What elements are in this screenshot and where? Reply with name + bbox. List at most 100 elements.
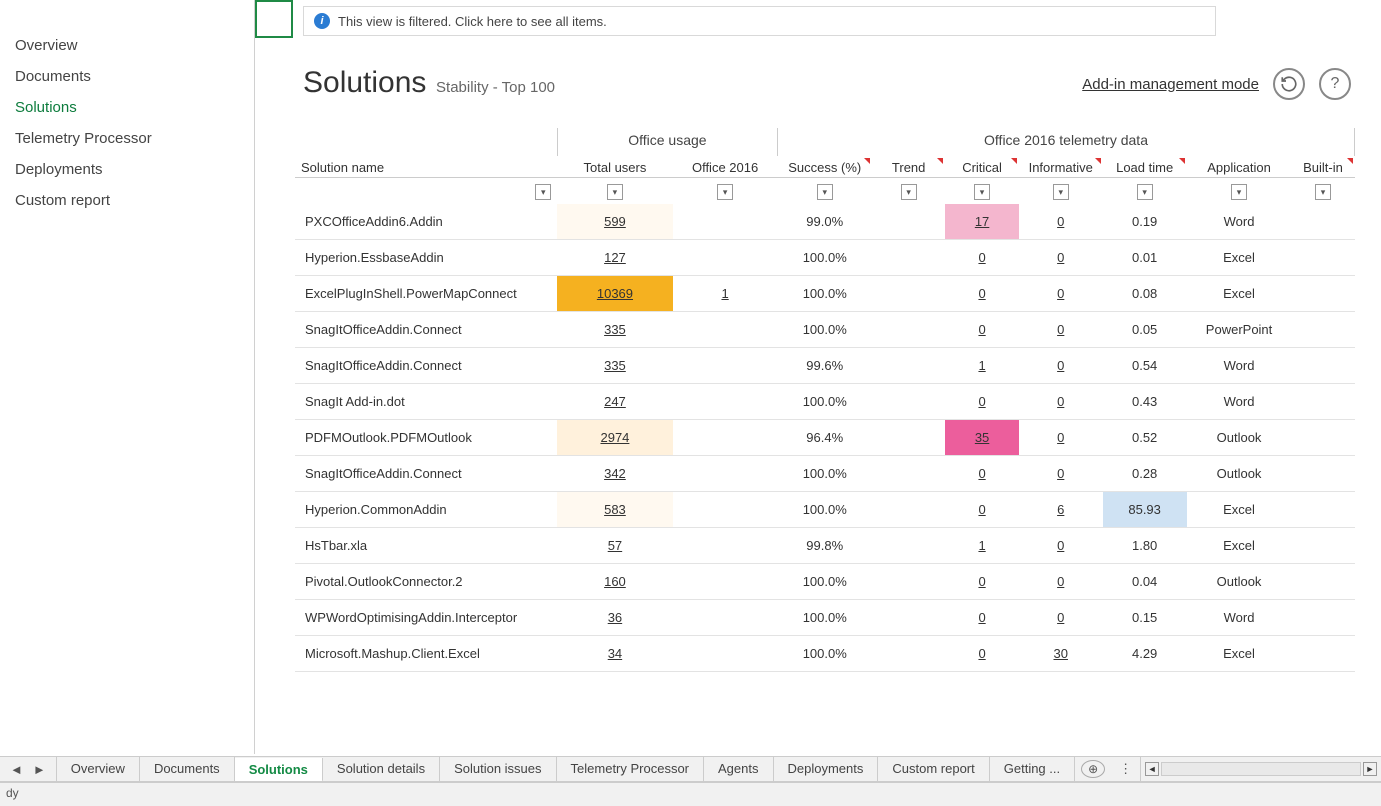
cell-informative[interactable]: 0	[1057, 322, 1064, 337]
cell-critical[interactable]: 0	[945, 636, 1018, 672]
cell-critical[interactable]: 0	[945, 456, 1018, 492]
sidebar-item-telemetry-processor[interactable]: Telemetry Processor	[0, 123, 254, 154]
cell-critical[interactable]: 17	[945, 204, 1018, 240]
filter-total[interactable]: ▾	[607, 184, 623, 200]
cell-informative[interactable]: 30	[1054, 646, 1068, 661]
cell-total-users[interactable]: 127	[604, 250, 626, 265]
cell-total-users[interactable]: 342	[557, 456, 672, 492]
cell-total-users[interactable]: 2974	[600, 430, 629, 445]
cell-critical[interactable]: 0	[978, 250, 985, 265]
cell-total-users[interactable]: 160	[604, 574, 626, 589]
tab-nav-arrows[interactable]: ◄ ►	[0, 757, 57, 781]
cell-informative[interactable]: 0	[1057, 394, 1064, 409]
cell-critical[interactable]: 35	[975, 430, 989, 445]
tab-more-button[interactable]: ⋮	[1111, 757, 1140, 781]
cell-critical[interactable]: 17	[975, 214, 989, 229]
table-row[interactable]: ExcelPlugInShell.PowerMapConnect10369110…	[295, 276, 1355, 312]
filter-success[interactable]: ▾	[817, 184, 833, 200]
table-row[interactable]: Microsoft.Mashup.Client.Excel34100.0%030…	[295, 636, 1355, 672]
cell-critical[interactable]: 0	[978, 322, 985, 337]
cell-informative[interactable]: 0	[1019, 564, 1103, 600]
table-row[interactable]: Hyperion.CommonAddin583100.0%0685.93Exce…	[295, 492, 1355, 528]
cell-informative[interactable]: 0	[1019, 384, 1103, 420]
table-row[interactable]: SnagItOfficeAddin.Connect342100.0%000.28…	[295, 456, 1355, 492]
cell-critical[interactable]: 35	[945, 420, 1018, 456]
cell-total-users[interactable]: 2974	[557, 420, 672, 456]
table-row[interactable]: Pivotal.OutlookConnector.2160100.0%000.0…	[295, 564, 1355, 600]
cell-informative[interactable]: 0	[1019, 456, 1103, 492]
tab-overview[interactable]: Overview	[57, 757, 140, 781]
cell-informative[interactable]: 0	[1057, 466, 1064, 481]
cell-total-users[interactable]: 583	[557, 492, 672, 528]
cell-informative[interactable]: 0	[1057, 358, 1064, 373]
cell-critical[interactable]: 0	[945, 600, 1018, 636]
table-row[interactable]: PDFMOutlook.PDFMOutlook297496.4%3500.52O…	[295, 420, 1355, 456]
tab-getting-[interactable]: Getting ...	[990, 757, 1075, 781]
cell-informative[interactable]: 6	[1019, 492, 1103, 528]
cell-critical[interactable]: 1	[978, 358, 985, 373]
cell-total-users[interactable]: 10369	[597, 286, 633, 301]
cell-informative[interactable]: 0	[1057, 250, 1064, 265]
filter-name[interactable]: ▾	[535, 184, 551, 200]
cell-informative[interactable]: 0	[1019, 420, 1103, 456]
cell-informative[interactable]: 30	[1019, 636, 1103, 672]
cell-critical[interactable]: 0	[978, 394, 985, 409]
addin-mode-link[interactable]: Add-in management mode	[1082, 76, 1259, 93]
cell-office-2016[interactable]: 1	[721, 286, 728, 301]
filter-informative[interactable]: ▾	[1053, 184, 1069, 200]
cell-informative[interactable]: 0	[1057, 286, 1064, 301]
table-row[interactable]: Hyperion.EssbaseAddin127100.0%000.01Exce…	[295, 240, 1355, 276]
filter-critical[interactable]: ▾	[974, 184, 990, 200]
tab-solutions[interactable]: Solutions	[235, 758, 323, 781]
cell-total-users[interactable]: 36	[557, 600, 672, 636]
filter-o2016[interactable]: ▾	[717, 184, 733, 200]
cell-critical[interactable]: 1	[945, 528, 1018, 564]
cell-informative[interactable]: 0	[1057, 610, 1064, 625]
sidebar-item-deployments[interactable]: Deployments	[0, 154, 254, 185]
cell-total-users[interactable]: 335	[557, 348, 672, 384]
tab-custom-report[interactable]: Custom report	[878, 757, 989, 781]
cell-informative[interactable]: 0	[1019, 204, 1103, 240]
sidebar-item-solutions[interactable]: Solutions	[0, 92, 254, 123]
cell-total-users[interactable]: 599	[604, 214, 626, 229]
table-row[interactable]: WPWordOptimisingAddin.Interceptor36100.0…	[295, 600, 1355, 636]
tab-telemetry-processor[interactable]: Telemetry Processor	[557, 757, 704, 781]
cell-informative[interactable]: 0	[1019, 528, 1103, 564]
cell-critical[interactable]: 1	[978, 538, 985, 553]
tab-solution-issues[interactable]: Solution issues	[440, 757, 556, 781]
help-button[interactable]: ?	[1319, 68, 1351, 100]
cell-total-users[interactable]: 247	[557, 384, 672, 420]
cell-critical[interactable]: 0	[945, 492, 1018, 528]
cell-critical[interactable]: 0	[945, 564, 1018, 600]
cell-critical[interactable]: 0	[978, 466, 985, 481]
cell-critical[interactable]: 0	[978, 610, 985, 625]
cell-critical[interactable]: 0	[978, 502, 985, 517]
table-row[interactable]: SnagIt Add-in.dot247100.0%000.43Word	[295, 384, 1355, 420]
cell-total-users[interactable]: 247	[604, 394, 626, 409]
cell-total-users[interactable]: 335	[557, 312, 672, 348]
filter-trend[interactable]: ▾	[901, 184, 917, 200]
cell-critical[interactable]: 0	[978, 646, 985, 661]
sidebar-item-documents[interactable]: Documents	[0, 61, 254, 92]
horizontal-scrollbar[interactable]: ◄ ►	[1140, 757, 1381, 781]
cell-total-users[interactable]: 127	[557, 240, 672, 276]
cell-office-2016[interactable]: 1	[673, 276, 778, 312]
filter-load[interactable]: ▾	[1137, 184, 1153, 200]
filter-app[interactable]: ▾	[1231, 184, 1247, 200]
cell-critical[interactable]: 0	[978, 286, 985, 301]
table-row[interactable]: SnagItOfficeAddin.Connect33599.6%100.54W…	[295, 348, 1355, 384]
cell-informative[interactable]: 0	[1019, 600, 1103, 636]
cell-total-users[interactable]: 34	[608, 646, 622, 661]
cell-total-users[interactable]: 335	[604, 322, 626, 337]
filter-banner[interactable]: i This view is filtered. Click here to s…	[303, 6, 1216, 36]
cell-informative[interactable]: 0	[1057, 574, 1064, 589]
cell-informative[interactable]: 0	[1019, 312, 1103, 348]
cell-critical[interactable]: 0	[945, 276, 1018, 312]
cell-critical[interactable]: 0	[945, 312, 1018, 348]
cell-critical[interactable]: 0	[945, 384, 1018, 420]
cell-total-users[interactable]: 57	[557, 528, 672, 564]
cell-informative[interactable]: 0	[1019, 348, 1103, 384]
cell-critical[interactable]: 0	[978, 574, 985, 589]
cell-total-users[interactable]: 160	[557, 564, 672, 600]
sidebar-item-overview[interactable]: Overview	[0, 30, 254, 61]
